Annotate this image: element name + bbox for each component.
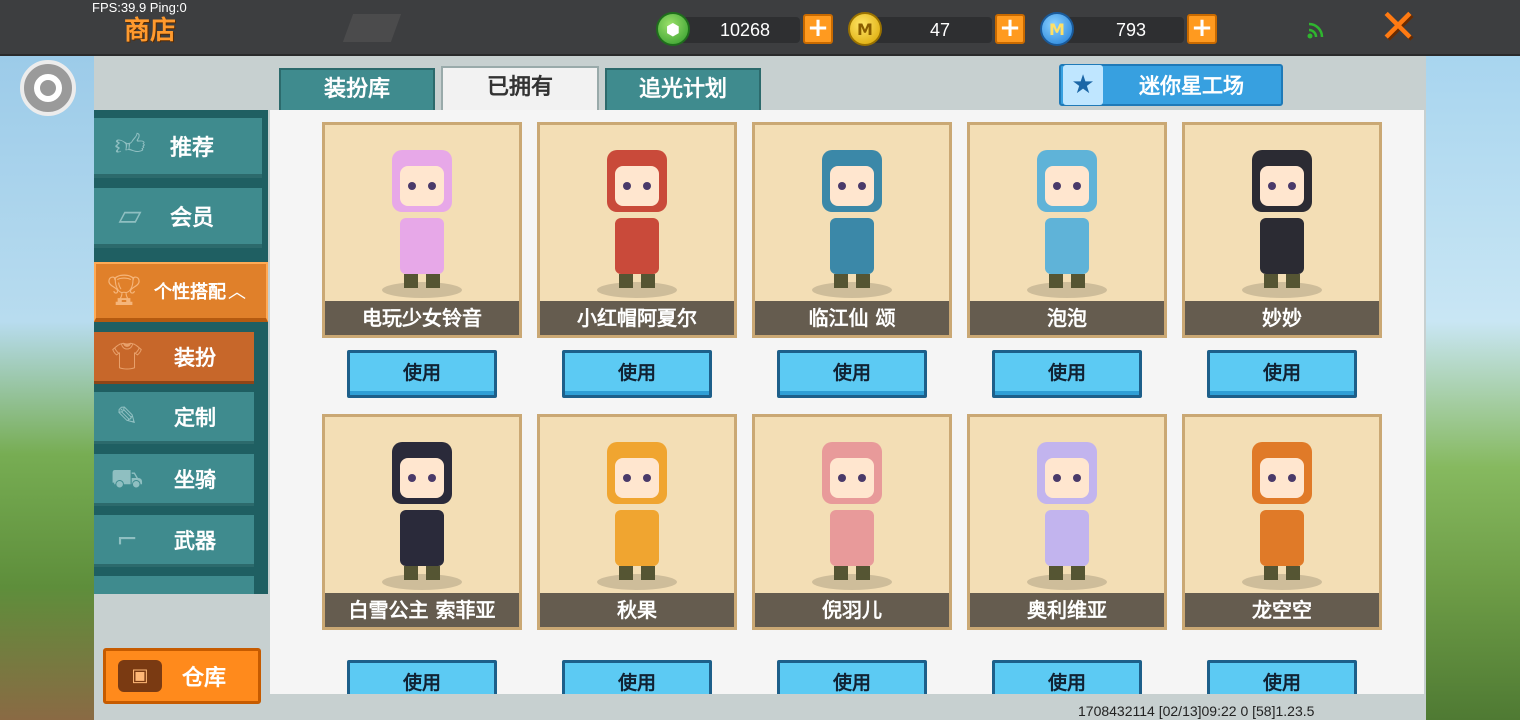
- sidebar-item-label: 装扮: [174, 345, 216, 370]
- skin-card[interactable]: 白雪公主 索菲亚: [322, 414, 522, 630]
- use-button[interactable]: 使用: [777, 660, 927, 694]
- use-button[interactable]: 使用: [562, 350, 712, 398]
- skin-card[interactable]: 奥利维亚: [967, 414, 1167, 630]
- floating-menu-button[interactable]: [20, 60, 76, 116]
- sidebar-item-personal-style[interactable]: 🏆︎ 个性搭配 ︿: [94, 262, 268, 322]
- decorative-stripe: [342, 14, 402, 42]
- skin-card[interactable]: 电玩少女铃音: [322, 122, 522, 338]
- star-workshop-label: 迷你星工场: [1139, 74, 1244, 98]
- sidebar-item-label: 坐骑: [174, 467, 216, 492]
- sidebar-item-outfit[interactable]: 👕︎ 装扮: [94, 332, 254, 384]
- sidebar-item-member[interactable]: ▱ 会员: [94, 188, 262, 248]
- star-icon: ★: [1063, 65, 1103, 105]
- skin-portrait: [970, 417, 1164, 597]
- skin-name: 电玩少女铃音: [325, 301, 519, 335]
- use-button[interactable]: 使用: [1207, 350, 1357, 398]
- ring-icon: [34, 74, 62, 102]
- skin-portrait: [1185, 125, 1379, 305]
- skin-card[interactable]: 龙空空: [1182, 414, 1382, 630]
- sidebar-item-label: 定制: [174, 405, 216, 430]
- chevron-up-icon: ︿: [228, 282, 246, 303]
- skin-card[interactable]: 小红帽阿夏尔: [537, 122, 737, 338]
- shirt-icon: 👕︎: [110, 341, 144, 372]
- sidebar: 👍︎ 推荐 ▱ 会员 🏆︎ 个性搭配 ︿ 👕︎ 装扮 ✎ 定制 ⛟ 坐骑 ⌐ 武…: [94, 110, 270, 594]
- skin-name: 奥利维亚: [970, 593, 1164, 627]
- use-button[interactable]: 使用: [347, 350, 497, 398]
- mount-icon: ⛟: [110, 463, 144, 494]
- sidebar-item-label: 武器: [174, 528, 216, 553]
- top-bar: FPS:39.9 Ping:0 商店 ⬢ 10268 + M 47 + M 79…: [0, 0, 1520, 56]
- currency-value: 47: [929, 20, 950, 40]
- skin-name: 白雪公主 索菲亚: [325, 593, 519, 627]
- skin-portrait: [540, 125, 734, 305]
- page-title: 商店: [124, 16, 177, 46]
- build-info: 1708432114 [02/13]09:22 0 [58]1.23.5: [1078, 703, 1315, 719]
- warehouse-label: 仓库: [182, 666, 227, 691]
- skin-name: 泡泡: [970, 301, 1164, 335]
- tab-chase-light-plan[interactable]: 追光计划: [605, 68, 761, 112]
- use-button[interactable]: 使用: [992, 350, 1142, 398]
- skin-portrait: [325, 417, 519, 597]
- skin-card[interactable]: 倪羽儿: [752, 414, 952, 630]
- chest-icon: ▣: [118, 660, 162, 692]
- member-icon: ▱: [118, 198, 142, 233]
- signal-icon: [1307, 22, 1324, 39]
- skin-portrait: [325, 125, 519, 305]
- skin-name: 小红帽阿夏尔: [540, 301, 734, 335]
- warehouse-button[interactable]: ▣ 仓库: [103, 648, 261, 704]
- use-button[interactable]: 使用: [347, 660, 497, 694]
- skin-portrait: [970, 125, 1164, 305]
- skin-portrait: [755, 125, 949, 305]
- use-button[interactable]: 使用: [1207, 660, 1357, 694]
- add-gem-button[interactable]: +: [803, 14, 833, 44]
- sidebar-item-label: 会员: [170, 206, 215, 231]
- skin-card[interactable]: 秋果: [537, 414, 737, 630]
- currency-value: 793: [1115, 20, 1146, 40]
- sidebar-item-label: 个性搭配: [154, 282, 226, 303]
- tab-outfit-library[interactable]: 装扮库: [279, 68, 435, 112]
- sidebar-item-partial[interactable]: [94, 576, 254, 594]
- use-button[interactable]: 使用: [992, 660, 1142, 694]
- sidebar-item-label: 推荐: [170, 136, 215, 161]
- skin-portrait: [1185, 417, 1379, 597]
- owned-skins-grid: 电玩少女铃音 使用 小红帽阿夏尔 使用 临江仙 颂使用 泡泡 使用 妙妙 使用 白雪公主 索菲亚使…: [270, 110, 1424, 694]
- add-coin-button[interactable]: +: [995, 14, 1025, 44]
- sidebar-item-custom[interactable]: ✎ 定制: [94, 392, 254, 444]
- tab-owned[interactable]: 已拥有: [441, 66, 599, 112]
- skin-portrait: [755, 417, 949, 597]
- sidebar-item-mount[interactable]: ⛟ 坐骑: [94, 454, 254, 506]
- pencil-icon: ✎: [116, 401, 138, 432]
- skin-card[interactable]: 临江仙 颂: [752, 122, 952, 338]
- skin-name: 临江仙 颂: [755, 301, 949, 335]
- skin-name: 龙空空: [1185, 593, 1379, 627]
- thumbs-up-icon: 👍︎: [114, 128, 146, 163]
- use-button[interactable]: 使用: [562, 660, 712, 694]
- gun-icon: ⌐: [116, 524, 138, 555]
- skin-portrait: [540, 417, 734, 597]
- use-button[interactable]: 使用: [777, 350, 927, 398]
- close-button[interactable]: ✕: [1376, 3, 1420, 49]
- skin-name: 秋果: [540, 593, 734, 627]
- skin-card[interactable]: 泡泡: [967, 122, 1167, 338]
- mini-star-workshop-button[interactable]: ★ 迷你星工场: [1059, 64, 1283, 106]
- sidebar-item-weapon[interactable]: ⌐ 武器: [94, 515, 254, 567]
- sidebar-item-recommend[interactable]: 👍︎ 推荐: [94, 118, 262, 178]
- add-mini-coin-button[interactable]: +: [1187, 14, 1217, 44]
- skin-name: 妙妙: [1185, 301, 1379, 335]
- skin-name: 倪羽儿: [755, 593, 949, 627]
- currency-value: 10268: [719, 20, 770, 40]
- skin-card[interactable]: 妙妙: [1182, 122, 1382, 338]
- trophy-icon: 🏆︎: [104, 273, 144, 308]
- background-scenery-left: [0, 56, 95, 720]
- background-scenery-right: [1425, 56, 1520, 720]
